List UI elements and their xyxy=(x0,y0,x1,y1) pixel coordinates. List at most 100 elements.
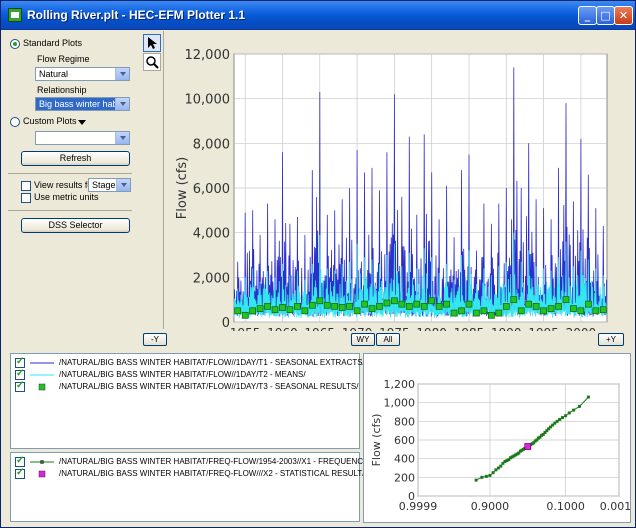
freq-x-tick-label: 0.9000 xyxy=(471,500,510,513)
plus-y-button[interactable]: +Y xyxy=(598,333,624,346)
chevron-down-icon xyxy=(115,132,129,144)
zoom-tool-button[interactable] xyxy=(143,53,161,71)
seasonal-result-point xyxy=(271,306,279,314)
maximize-button[interactable]: □ xyxy=(596,6,615,25)
x-tick-label: 1995 xyxy=(528,326,559,331)
magnifier-icon xyxy=(146,56,159,69)
seasonal-result-point xyxy=(294,303,301,310)
frequency-curve-point xyxy=(488,473,492,477)
custom-plots-select[interactable] xyxy=(35,131,130,145)
client-area: Standard Plots Flow Regime Natural Relat… xyxy=(4,31,636,525)
divider xyxy=(8,173,132,174)
y-axis-label: Flow (cfs) xyxy=(175,157,190,219)
y-tick-label: 10,000 xyxy=(185,93,231,108)
seasonal-result-point xyxy=(376,303,383,310)
seasonal-result-point xyxy=(279,304,286,311)
frequency-curve-point xyxy=(560,416,564,420)
seasonal-result-point xyxy=(599,306,607,314)
seasonal-result-point xyxy=(308,301,316,309)
metric-units-label: Use metric units xyxy=(34,192,99,202)
flow-regime-select[interactable]: Natural xyxy=(35,67,130,81)
x-tick-label: 1970 xyxy=(342,326,373,331)
chevron-down-icon xyxy=(116,179,130,191)
frequency-curve-point xyxy=(484,474,488,478)
seasonal-result-point xyxy=(532,303,540,310)
legend-checkbox[interactable] xyxy=(15,356,25,368)
wy-button[interactable]: WY xyxy=(351,333,375,346)
y-tick-label: 2,000 xyxy=(193,271,230,286)
view-results-select[interactable]: Stage xyxy=(88,178,131,192)
custom-plots-radio[interactable] xyxy=(10,117,20,127)
dss-selector-button[interactable]: DSS Selector xyxy=(21,218,130,233)
legend-checkbox[interactable] xyxy=(15,455,25,467)
x-tick-label: 1975 xyxy=(379,326,410,331)
seasonal-result-point xyxy=(323,301,331,309)
x-tick-label: 1965 xyxy=(305,326,336,331)
minus-y-button[interactable]: -Y xyxy=(143,333,167,346)
seasonal-result-point xyxy=(473,309,480,317)
frequency-curve-point xyxy=(558,417,562,421)
x-tick-label: 1980 xyxy=(416,326,447,331)
freq-y-tick-label: 400 xyxy=(394,453,415,466)
metric-units-checkbox[interactable] xyxy=(21,193,31,203)
legend-symbol xyxy=(30,460,54,464)
chevron-down-icon xyxy=(115,68,129,80)
legend-checkbox[interactable] xyxy=(15,368,25,380)
all-button[interactable]: All xyxy=(376,333,400,346)
frequency-curve-point xyxy=(564,414,568,418)
seasonal-result-point xyxy=(383,299,391,307)
custom-plots-menu-icon[interactable] xyxy=(78,120,86,125)
window-title: Rolling River.plt - HEC-EFM Plotter 1.1 xyxy=(27,8,246,22)
seasonal-result-point xyxy=(286,306,294,314)
freq-y-tick-label: 1,000 xyxy=(384,397,416,410)
x-tick-label: 1990 xyxy=(491,326,522,331)
freq-x-tick-label: 0.9999 xyxy=(399,500,438,513)
seasonal-result-point xyxy=(495,309,503,317)
seasonal-result-point xyxy=(234,307,242,315)
seasonal-result-point xyxy=(525,300,533,308)
refresh-button[interactable]: Refresh xyxy=(21,151,130,166)
relationship-label: Relationship xyxy=(37,85,87,95)
standard-plots-label: Standard Plots xyxy=(23,38,83,48)
x-tick-label: 1985 xyxy=(454,326,485,331)
minimize-button[interactable]: _ xyxy=(578,6,597,25)
legend-checkbox[interactable] xyxy=(15,467,25,479)
seasonal-result-point xyxy=(241,311,249,319)
legend-label: /NATURAL/BIG BASS WINTER HABITAT/FREQ-FL… xyxy=(59,469,365,478)
legend-checkbox[interactable] xyxy=(15,380,25,392)
close-button[interactable]: ✕ xyxy=(614,6,633,25)
relationship-select[interactable]: Big bass winter habitat xyxy=(35,97,130,111)
seasonal-result-point xyxy=(249,307,257,315)
seasonal-result-point xyxy=(338,304,346,311)
seasonal-result-point xyxy=(465,300,473,308)
frequency-curve-point xyxy=(572,408,576,412)
flow-regime-value: Natural xyxy=(39,69,69,79)
y-tick-label: 8,000 xyxy=(193,137,230,152)
seasonal-result-point xyxy=(450,309,458,317)
seasonal-result-point xyxy=(577,307,585,315)
seasonal-result-point xyxy=(301,307,309,315)
standard-plots-radio[interactable] xyxy=(10,39,20,49)
pointer-tool-button[interactable] xyxy=(143,34,161,52)
seasonal-result-point xyxy=(368,305,376,312)
seasonal-result-point xyxy=(517,307,525,315)
frequency-curve-point xyxy=(577,404,581,408)
time-series-chart[interactable]: 0 2,000 4,000 6,000 8,000 10,000 12,000 1955 196… xyxy=(165,31,632,331)
view-results-value: Stage xyxy=(92,180,116,190)
chevron-down-icon xyxy=(115,98,129,110)
main-window: Rolling River.plt - HEC-EFM Plotter 1.1 … xyxy=(0,0,636,528)
legend-symbol xyxy=(30,374,54,376)
legend-label: /NATURAL/BIG BASS WINTER HABITAT/FLOW//1… xyxy=(59,370,306,379)
y-tick-label: 0 xyxy=(222,316,230,331)
frequency-chart[interactable]: 02004006008001,0001,2000.9999 0.9000 0.100… xyxy=(364,354,636,522)
title-bar[interactable]: Rolling River.plt - HEC-EFM Plotter 1.1 … xyxy=(1,1,635,30)
app-icon xyxy=(8,8,22,22)
seasonal-result-point xyxy=(361,300,368,308)
view-results-checkbox[interactable] xyxy=(21,181,31,191)
freq-y-tick-label: 1,200 xyxy=(384,378,416,391)
seasonal-result-point xyxy=(413,300,421,308)
freq-x-tick-label: 0.0010 xyxy=(600,500,630,513)
frequency-curve-point xyxy=(480,475,484,479)
freq-y-tick-label: 800 xyxy=(394,415,415,428)
seasonal-result-point xyxy=(502,303,510,310)
